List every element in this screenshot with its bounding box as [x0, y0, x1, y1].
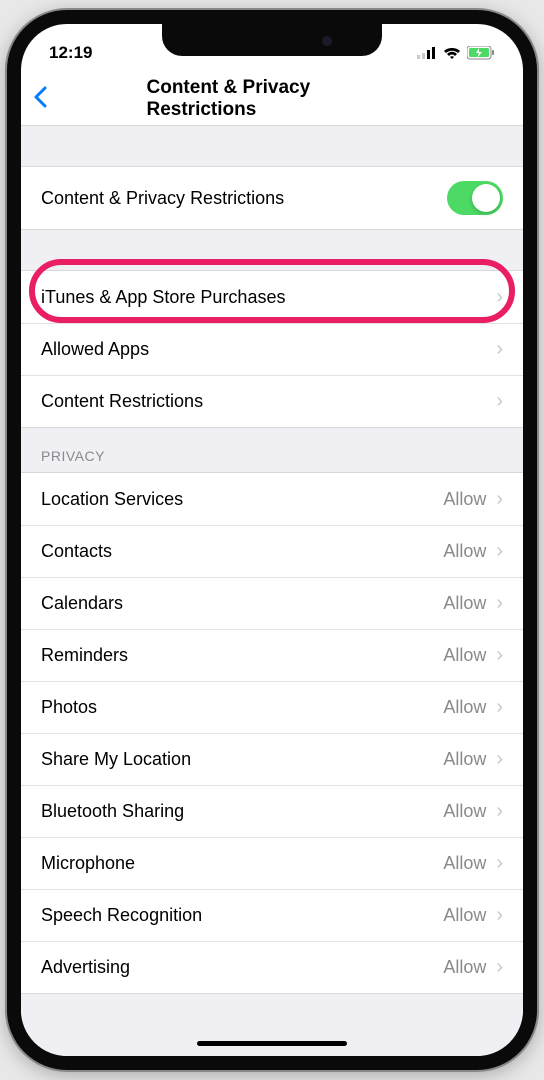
cell-value: Allow — [443, 541, 486, 562]
chevron-right-icon: › — [496, 540, 503, 563]
cell-label: Microphone — [41, 853, 135, 874]
cell-accessory: Allow › — [443, 800, 503, 823]
content-privacy-toggle[interactable] — [447, 181, 503, 215]
cell-accessory: Allow › — [443, 644, 503, 667]
cell-label: Content Restrictions — [41, 391, 203, 412]
itunes-app-store-purchases-row[interactable]: iTunes & App Store Purchases › — [21, 271, 523, 323]
page-title: Content & Privacy Restrictions — [147, 77, 398, 121]
cell-accessory: Allow › — [443, 592, 503, 615]
spacer — [21, 126, 523, 166]
cell-label: Contacts — [41, 541, 112, 562]
photos-row[interactable]: Photos Allow › — [21, 681, 523, 733]
cell-accessory: Allow › — [443, 904, 503, 927]
cell-value: Allow — [443, 801, 486, 822]
cell-label: Photos — [41, 697, 97, 718]
status-icons — [417, 46, 495, 60]
chevron-right-icon: › — [496, 748, 503, 771]
cell-label: Bluetooth Sharing — [41, 801, 184, 822]
cell-accessory: › — [496, 390, 503, 413]
chevron-right-icon: › — [496, 696, 503, 719]
calendars-row[interactable]: Calendars Allow › — [21, 577, 523, 629]
content-area[interactable]: Content & Privacy Restrictions iTunes & … — [21, 126, 523, 1056]
cell-value: Allow — [443, 489, 486, 510]
chevron-right-icon: › — [496, 852, 503, 875]
nav-bar: Content & Privacy Restrictions — [21, 72, 523, 126]
cell-accessory: › — [496, 286, 503, 309]
contacts-row[interactable]: Contacts Allow › — [21, 525, 523, 577]
cell-accessory: › — [496, 338, 503, 361]
cell-label: Speech Recognition — [41, 905, 202, 926]
bluetooth-sharing-row[interactable]: Bluetooth Sharing Allow › — [21, 785, 523, 837]
home-indicator[interactable] — [197, 1041, 347, 1046]
chevron-right-icon: › — [496, 956, 503, 979]
chevron-right-icon: › — [496, 800, 503, 823]
chevron-right-icon: › — [496, 390, 503, 413]
location-services-row[interactable]: Location Services Allow › — [21, 473, 523, 525]
cell-label: Share My Location — [41, 749, 191, 770]
section-toggle-group: Content & Privacy Restrictions — [21, 166, 523, 230]
section-restrictions-group: iTunes & App Store Purchases › Allowed A… — [21, 270, 523, 428]
microphone-row[interactable]: Microphone Allow › — [21, 837, 523, 889]
chevron-right-icon: › — [496, 904, 503, 927]
allowed-apps-row[interactable]: Allowed Apps › — [21, 323, 523, 375]
cell-value: Allow — [443, 593, 486, 614]
signal-icon — [417, 47, 437, 59]
cell-label: Advertising — [41, 957, 130, 978]
cell-value: Allow — [443, 645, 486, 666]
chevron-right-icon: › — [496, 338, 503, 361]
spacer — [21, 230, 523, 270]
cell-accessory: Allow › — [443, 748, 503, 771]
content-privacy-toggle-row: Content & Privacy Restrictions — [21, 167, 523, 229]
cell-accessory: Allow › — [443, 956, 503, 979]
battery-icon — [467, 46, 495, 60]
chevron-right-icon: › — [496, 488, 503, 511]
chevron-right-icon: › — [496, 286, 503, 309]
cell-accessory: Allow › — [443, 696, 503, 719]
cell-value: Allow — [443, 853, 486, 874]
share-my-location-row[interactable]: Share My Location Allow › — [21, 733, 523, 785]
speech-recognition-row[interactable]: Speech Recognition Allow › — [21, 889, 523, 941]
chevron-right-icon: › — [496, 592, 503, 615]
status-time: 12:19 — [49, 43, 92, 63]
notch — [162, 24, 382, 56]
advertising-row[interactable]: Advertising Allow › — [21, 941, 523, 993]
phone-frame: 12:19 Content & Privacy Restrictions Con… — [7, 10, 537, 1070]
cell-accessory: Allow › — [443, 540, 503, 563]
reminders-row[interactable]: Reminders Allow › — [21, 629, 523, 681]
toggle-label: Content & Privacy Restrictions — [41, 188, 284, 209]
cell-value: Allow — [443, 749, 486, 770]
content-restrictions-row[interactable]: Content Restrictions › — [21, 375, 523, 427]
section-privacy-group: Location Services Allow › Contacts Allow… — [21, 472, 523, 994]
cell-accessory: Allow › — [443, 488, 503, 511]
cell-label: Location Services — [41, 489, 183, 510]
back-button[interactable] — [33, 83, 63, 115]
cell-accessory: Allow › — [443, 852, 503, 875]
cell-label: Calendars — [41, 593, 123, 614]
cell-label: Reminders — [41, 645, 128, 666]
cell-value: Allow — [443, 905, 486, 926]
cell-value: Allow — [443, 957, 486, 978]
cell-label: Allowed Apps — [41, 339, 149, 360]
privacy-section-header: PRIVACY — [21, 428, 523, 472]
chevron-right-icon: › — [496, 644, 503, 667]
wifi-icon — [443, 47, 461, 60]
cell-value: Allow — [443, 697, 486, 718]
cell-label: iTunes & App Store Purchases — [41, 287, 285, 308]
